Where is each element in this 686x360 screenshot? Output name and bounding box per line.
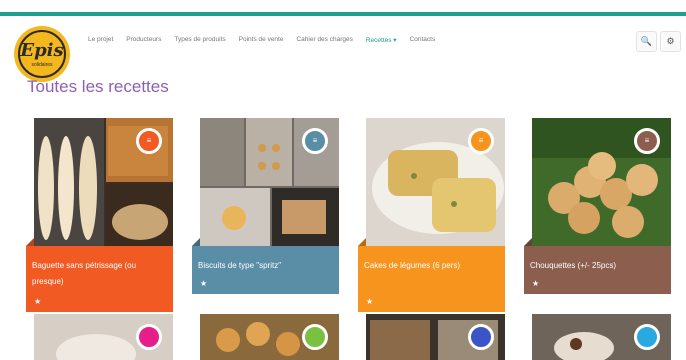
list-icon: ≡ bbox=[644, 136, 650, 145]
star-icon: ★ bbox=[200, 279, 208, 288]
recipe-card[interactable]: ≡ Chouquettes (+/- 25pcs) ★ bbox=[524, 118, 671, 294]
card-corner bbox=[358, 238, 366, 246]
category-badge bbox=[468, 324, 494, 350]
category-badge: ≡ bbox=[468, 128, 494, 154]
gear-icon: ⚙ bbox=[666, 36, 675, 46]
star-icon: ★ bbox=[532, 279, 540, 288]
recipe-card[interactable] bbox=[524, 314, 671, 360]
list-icon: ≡ bbox=[312, 136, 318, 145]
category-badge bbox=[136, 324, 162, 350]
main-nav: Le projet Producteurs Types de produits … bbox=[88, 36, 435, 48]
recipe-card-label: Chouquettes (+/- 25pcs) bbox=[524, 246, 671, 294]
recipe-card[interactable]: ≡ Baguette sans pétrissage (ou presque) … bbox=[26, 118, 173, 312]
category-badge: ≡ bbox=[136, 128, 162, 154]
page-title: Toutes les recettes bbox=[27, 77, 169, 96]
site-logo[interactable]: Epis solidaires bbox=[14, 26, 70, 82]
category-badge: ≡ bbox=[302, 128, 328, 154]
nav-item-points-vente[interactable]: Points de vente bbox=[239, 36, 284, 48]
recipe-card-label: Biscuits de type "spritz" bbox=[192, 246, 339, 294]
logo-subtext: solidaires bbox=[31, 62, 53, 68]
recipe-title[interactable]: Chouquettes (+/- 25pcs) bbox=[530, 261, 616, 270]
nav-item-projet[interactable]: Le projet bbox=[88, 36, 113, 48]
category-badge bbox=[634, 324, 660, 350]
card-corner bbox=[524, 238, 532, 246]
recipe-title[interactable]: Cakes de légumes (6 pers) bbox=[364, 261, 460, 270]
recipe-card[interactable] bbox=[358, 314, 505, 360]
card-corner bbox=[26, 238, 34, 246]
recipe-card-label: Cakes de légumes (6 pers) bbox=[358, 246, 505, 312]
list-icon: ≡ bbox=[478, 136, 484, 145]
recipe-title[interactable]: Biscuits de type "spritz" bbox=[198, 261, 281, 270]
card-corner bbox=[192, 238, 200, 246]
logo-text: Epis bbox=[20, 40, 64, 61]
recipe-card[interactable] bbox=[192, 314, 339, 360]
list-icon: ≡ bbox=[146, 136, 152, 145]
star-icon: ★ bbox=[366, 297, 374, 306]
nav-item-types-produits[interactable]: Types de produits bbox=[174, 36, 225, 48]
recipe-card[interactable]: ≡ Biscuits de type "spritz" ★ bbox=[192, 118, 339, 294]
category-badge: ≡ bbox=[634, 128, 660, 154]
settings-button[interactable]: ⚙ bbox=[660, 31, 681, 52]
nav-item-contacts[interactable]: Contacts bbox=[410, 36, 436, 48]
recipe-title[interactable]: Baguette sans pétrissage (ou presque) bbox=[32, 261, 136, 286]
search-button[interactable]: 🔍 bbox=[636, 31, 657, 52]
nav-item-recettes[interactable]: Recettes ▾ bbox=[366, 36, 397, 48]
category-badge bbox=[302, 324, 328, 350]
recipe-card[interactable] bbox=[26, 314, 173, 360]
nav-item-producteurs[interactable]: Producteurs bbox=[126, 36, 161, 48]
recipe-card[interactable]: ≡ Cakes de légumes (6 pers) ★ bbox=[358, 118, 505, 312]
nav-item-cahier-charges[interactable]: Cahier des charges bbox=[296, 36, 352, 48]
recipe-card-label: Baguette sans pétrissage (ou presque) bbox=[26, 246, 173, 312]
search-icon: 🔍 bbox=[640, 36, 653, 46]
star-icon: ★ bbox=[34, 297, 42, 306]
